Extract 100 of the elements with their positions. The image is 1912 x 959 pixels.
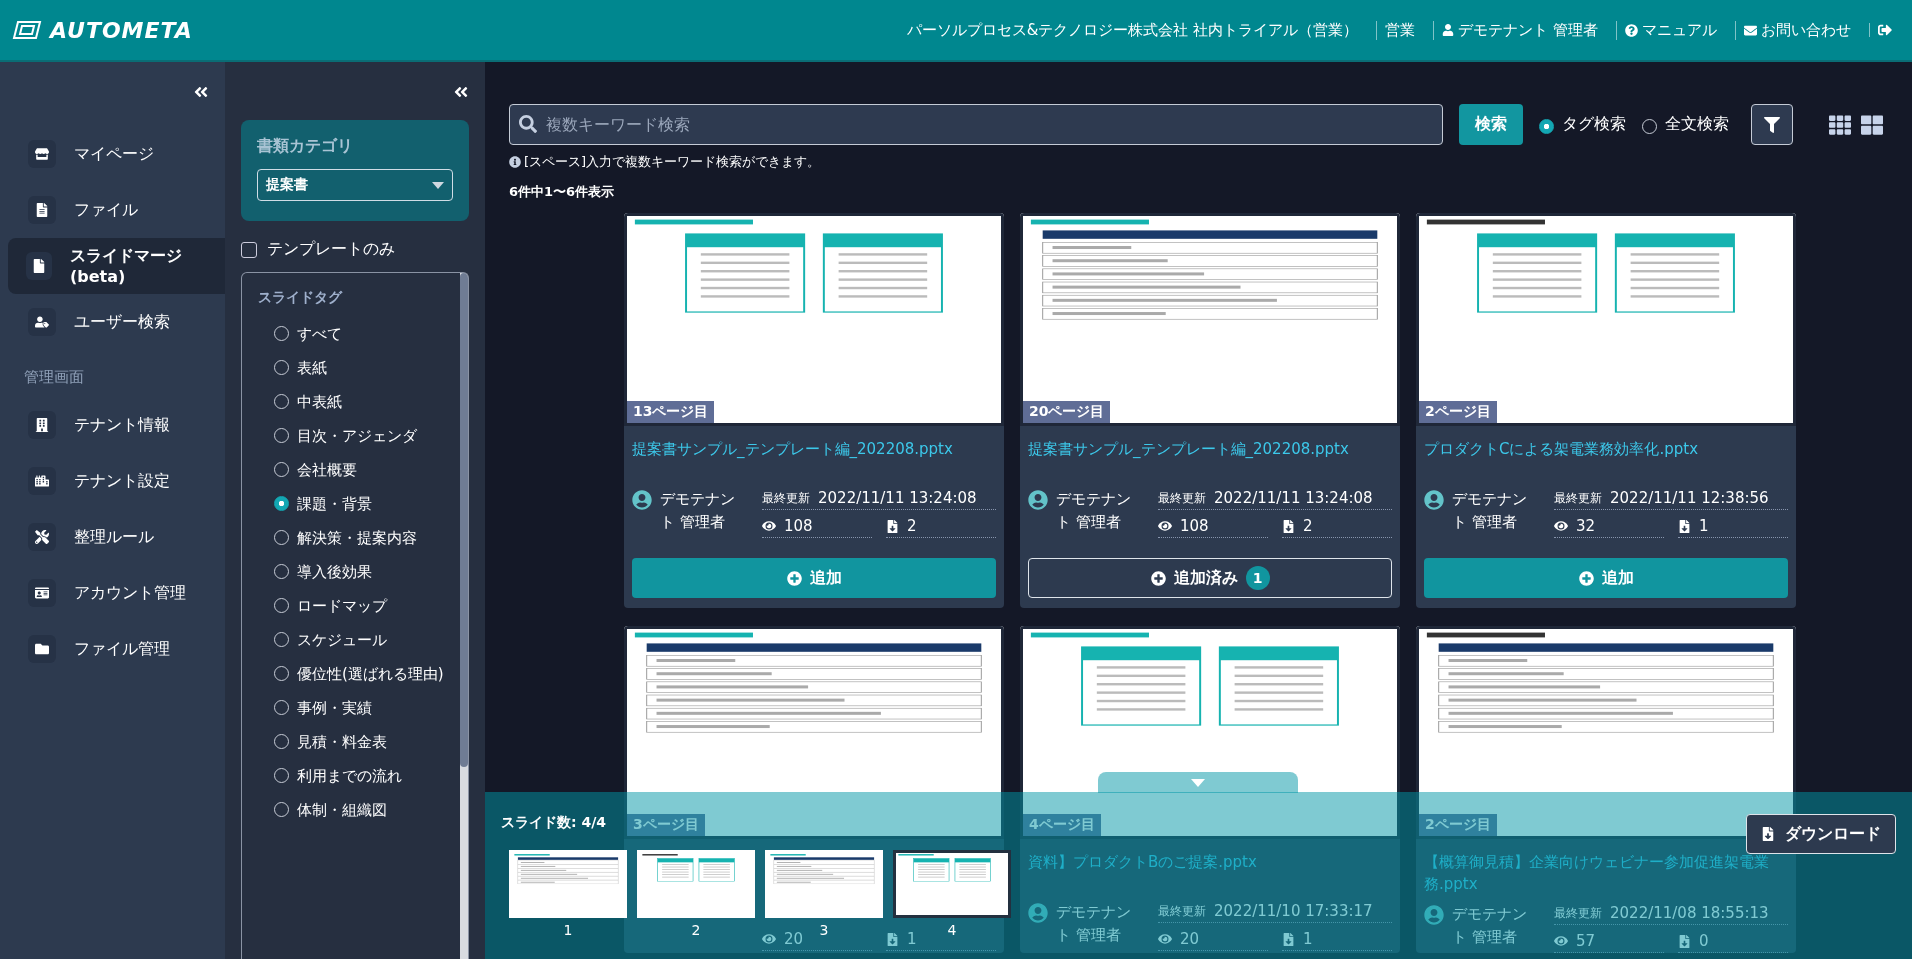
tag-label[interactable]: 課題・背景: [297, 493, 372, 515]
eye-icon: [762, 519, 776, 533]
user-link[interactable]: デモテナント 管理者: [1433, 20, 1606, 40]
sidebar-item[interactable]: 整理ルール: [8, 509, 225, 565]
tag-label[interactable]: ロードマップ: [297, 595, 387, 617]
author-name: デモテナント 管理者: [1056, 489, 1132, 533]
department-label: 営業: [1376, 20, 1424, 40]
eye-icon: [1158, 932, 1172, 946]
slide-number: 2: [691, 922, 701, 938]
info-icon: [509, 156, 521, 168]
download-icon: [1282, 932, 1295, 946]
updated-label: 最終更新: [1554, 904, 1602, 922]
envelope-icon: [1744, 23, 1757, 37]
sidebar-item[interactable]: マイページ: [8, 126, 225, 182]
template-checkbox-label[interactable]: テンプレートのみ: [241, 239, 469, 260]
updated-date: 2022/11/08 18:55:13: [1610, 904, 1769, 922]
tag-label[interactable]: 見積・料金表: [297, 731, 387, 753]
search-hint: [スペース]入力で複数キーワード検索ができます。: [524, 153, 821, 171]
tag-label[interactable]: 会社概要: [297, 459, 357, 481]
search-icon: [519, 115, 537, 133]
search-field[interactable]: 複数キーワード検索: [509, 104, 1443, 145]
file-link[interactable]: 提案書サンプル_テンプレート編_202208.pptx: [1028, 438, 1392, 460]
eye-icon: [1554, 934, 1568, 948]
large-grid-icon[interactable]: [1861, 113, 1883, 136]
category-select[interactable]: 提案書: [257, 169, 453, 201]
download-icon: [886, 519, 899, 533]
radio-button[interactable]: [1539, 118, 1554, 134]
tag-label[interactable]: スケジュール: [297, 629, 387, 651]
sidebar-item[interactable]: ファイル管理: [8, 621, 225, 677]
download-button[interactable]: ダウンロード: [1746, 814, 1896, 854]
search-button[interactable]: 検索: [1459, 104, 1523, 145]
sidebar-item[interactable]: ユーザー検索: [8, 294, 225, 350]
download-icon: [1678, 934, 1691, 948]
file-link[interactable]: プロダクトCによる架電業務効率化.pptx: [1424, 438, 1788, 460]
slide-number: 4: [947, 922, 957, 938]
logo-text: AUTOMETA: [50, 17, 193, 43]
download-count: 1: [907, 930, 917, 948]
tag-label[interactable]: 体制・組織図: [297, 799, 387, 821]
radio-button[interactable]: [274, 496, 289, 511]
view-count: 57: [1576, 932, 1596, 950]
logo-icon: [12, 20, 42, 40]
sidebar-item[interactable]: アカウント管理: [8, 565, 225, 621]
collapse-icon[interactable]: [453, 84, 469, 100]
add-button[interactable]: 追加済み 1: [1028, 558, 1392, 598]
author-name: デモテナント 管理者: [1056, 902, 1132, 946]
tag-label[interactable]: 導入後効果: [297, 561, 372, 583]
sidebar-item[interactable]: スライドマージ(beta): [8, 238, 225, 294]
search-mode-label[interactable]: タグ検索: [1562, 114, 1626, 135]
add-button[interactable]: 追加: [1424, 558, 1788, 598]
file-link[interactable]: 提案書サンプル_テンプレート編_202208.pptx: [632, 438, 996, 460]
slide-thumbnail[interactable]: [765, 850, 883, 918]
logout-icon[interactable]: [1878, 23, 1892, 37]
category-title: 書類カテゴリ: [257, 136, 354, 157]
help-icon: [1625, 23, 1638, 37]
tray-toggle[interactable]: [1098, 772, 1298, 793]
tag-label[interactable]: 優位性(選ばれる理由): [297, 663, 444, 685]
section-label: 管理画面: [23, 367, 85, 388]
avatar-icon: [1424, 490, 1444, 510]
filter-button[interactable]: [1751, 104, 1793, 145]
scrollbar-thumb[interactable]: [460, 273, 468, 767]
add-button[interactable]: 追加: [632, 558, 996, 598]
checkbox[interactable]: [241, 241, 257, 258]
slide-thumbnail[interactable]: 20ページ目: [1020, 213, 1400, 426]
manual-link[interactable]: マニュアル: [1616, 20, 1725, 40]
collapse-icon[interactable]: [193, 84, 209, 100]
download-count: 2: [1303, 517, 1313, 535]
slide-thumbnail[interactable]: [637, 850, 755, 918]
plus-icon: [786, 570, 802, 586]
tag-label[interactable]: 解決策・提案内容: [297, 527, 417, 549]
view-count: 20: [1180, 930, 1200, 948]
tag-label[interactable]: 表紙: [297, 357, 327, 379]
tag-label[interactable]: すべて: [297, 323, 342, 345]
avatar-icon: [1424, 905, 1444, 925]
updated-date: 2022/11/11 13:24:08: [818, 489, 977, 507]
page-tag: 20ページ目: [1023, 401, 1111, 423]
sidebar-item[interactable]: ファイル: [8, 182, 225, 238]
tag-label[interactable]: 目次・アジェンダ: [297, 425, 417, 447]
grid-view-icon[interactable]: [1829, 113, 1851, 136]
eye-icon: [1158, 519, 1172, 533]
tag-label[interactable]: 利用までの流れ: [297, 765, 402, 787]
sidebar-item[interactable]: テナント情報: [8, 397, 225, 453]
company-name: パーソルプロセス&テクノロジー株式会社 社内トライアル（営業）: [905, 20, 1360, 40]
caret-icon: [432, 181, 444, 189]
slide-thumbnail[interactable]: [509, 850, 627, 918]
tag-label[interactable]: 中表紙: [297, 391, 342, 413]
avatar-icon: [632, 490, 652, 510]
nav-icon: [35, 147, 49, 161]
nav-icon: [35, 474, 49, 488]
sidebar-item[interactable]: テナント設定: [8, 453, 225, 509]
contact-link[interactable]: お問い合わせ: [1735, 20, 1859, 40]
slide-thumbnail[interactable]: [893, 850, 1011, 918]
slide-thumbnail[interactable]: 2ページ目: [1416, 213, 1796, 426]
search-mode-label[interactable]: 全文検索: [1665, 114, 1729, 135]
count-badge: 1: [1245, 566, 1270, 590]
plus-icon: [1578, 570, 1594, 586]
page-tag: 4ページ目: [1023, 814, 1101, 836]
slide-thumbnail[interactable]: 13ページ目: [624, 213, 1004, 426]
download-icon: [1761, 827, 1775, 841]
updated-date: 2022/11/11 12:38:56: [1610, 489, 1769, 507]
tag-label[interactable]: 事例・実績: [297, 697, 372, 719]
